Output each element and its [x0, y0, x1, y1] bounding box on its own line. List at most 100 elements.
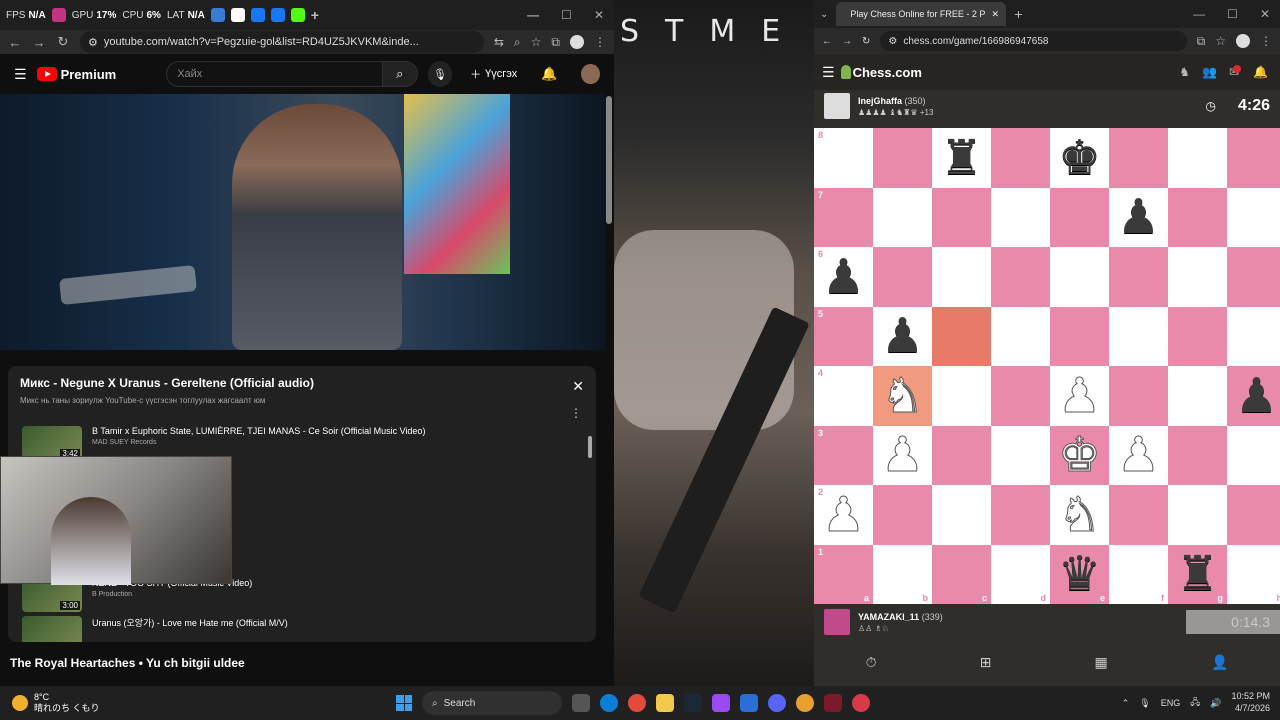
square-g1[interactable]: g ♜ [1168, 544, 1227, 604]
store-icon[interactable] [740, 694, 758, 712]
square-d2[interactable] [991, 485, 1050, 545]
menu-icon[interactable]: ⋮ [1260, 34, 1272, 49]
puzzle-icon[interactable]: ♞ [1179, 65, 1190, 79]
white-pawn-piece[interactable]: ♟ [821, 490, 865, 539]
messages-icon[interactable]: ✉ [1229, 65, 1242, 79]
square-e1[interactable]: e ♛ [1050, 544, 1109, 604]
square-g4[interactable] [1168, 366, 1227, 426]
white-knight-piece[interactable]: ♞ [880, 371, 924, 420]
black-king-piece[interactable]: ♚ [1058, 134, 1101, 182]
url-field[interactable]: ⚙ chess.com/game/166986947658 [880, 31, 1187, 51]
reload-icon[interactable]: ↻ [862, 36, 870, 47]
app-icon[interactable] [852, 694, 870, 712]
video-thumbnail[interactable]: 3:42 [22, 426, 82, 460]
network-icon[interactable]: 🖧 [1190, 695, 1200, 711]
task-view-icon[interactable] [572, 694, 590, 712]
kick-tab-icon[interactable] [290, 8, 305, 22]
tray-overflow-icon[interactable]: ⌃ [1122, 698, 1130, 709]
menu-icon[interactable]: ⋮ [594, 35, 606, 50]
square-c5[interactable] [932, 306, 991, 366]
chrome-alt-icon[interactable] [796, 694, 814, 712]
square-b8[interactable] [873, 128, 932, 188]
hamburger-menu-icon[interactable]: ☰ [822, 64, 835, 81]
playlist-title[interactable]: Микс - Negune X Uranus - Gereltene (Offi… [20, 376, 584, 390]
square-g3[interactable] [1168, 425, 1227, 485]
discord-icon[interactable] [768, 694, 786, 712]
square-h1[interactable]: h [1227, 544, 1280, 604]
square-h3[interactable] [1227, 425, 1280, 485]
square-d4[interactable] [991, 366, 1050, 426]
playlist-more-icon[interactable]: ⋮ [570, 406, 582, 420]
clock-date[interactable]: 10:52 PM 4/7/2026 [1231, 691, 1270, 714]
square-f5[interactable] [1109, 306, 1168, 366]
square-a4[interactable]: 4 [814, 366, 873, 426]
notifications-bell-icon[interactable]: 🔔 [541, 66, 557, 82]
square-a1[interactable]: 1a [814, 544, 873, 604]
square-a5[interactable]: 5 [814, 306, 873, 366]
back-icon[interactable]: ← [8, 35, 22, 50]
windows-start-icon[interactable] [396, 695, 412, 711]
language-indicator[interactable]: ENG [1161, 698, 1181, 708]
square-g6[interactable] [1168, 247, 1227, 307]
facebook-tab-icon[interactable] [270, 8, 285, 22]
new-tab-button[interactable]: + [311, 7, 319, 23]
square-b3[interactable]: ♟ [873, 425, 932, 485]
back-icon[interactable]: ← [822, 36, 832, 47]
square-b1[interactable]: b [873, 544, 932, 604]
tab-icon[interactable] [210, 8, 225, 22]
profile-icon[interactable] [570, 34, 584, 49]
square-h4[interactable]: ♟ [1227, 366, 1280, 426]
voice-search-button[interactable]: 🎙 [427, 61, 453, 87]
white-pawn-piece[interactable]: ♟ [880, 431, 924, 480]
app-icon[interactable] [824, 694, 842, 712]
top-player-avatar[interactable] [824, 93, 850, 119]
youtube-logo[interactable]: Premium [36, 67, 116, 82]
stopwatch-icon[interactable]: ⏱ [866, 654, 877, 671]
square-c4[interactable] [932, 366, 991, 426]
extensions-icon[interactable]: ⧉ [551, 35, 560, 50]
square-c8[interactable]: ♜ [932, 128, 991, 188]
square-f2[interactable] [1109, 485, 1168, 545]
square-e5[interactable] [1050, 306, 1109, 366]
notifications-bell-icon[interactable]: 🔔 [1253, 65, 1268, 79]
square-d1[interactable]: d [991, 544, 1050, 604]
square-c2[interactable] [932, 485, 991, 545]
square-c6[interactable] [932, 247, 991, 307]
white-pawn-piece[interactable]: ♟ [1057, 371, 1101, 420]
create-button[interactable]: ＋ Үүсгэх [470, 66, 517, 82]
black-pawn-piece[interactable]: ♟ [822, 253, 865, 301]
square-f6[interactable] [1109, 247, 1168, 307]
square-g8[interactable] [1168, 128, 1227, 188]
chess-tab[interactable]: Play Chess Online for FREE - 2 P ✕ [836, 2, 1007, 26]
white-king-piece[interactable]: ♚ [1057, 431, 1101, 480]
copilot-icon[interactable] [712, 694, 730, 712]
square-a3[interactable]: 3 [814, 425, 873, 485]
video-player[interactable] [0, 94, 606, 350]
next-video-title[interactable]: The Royal Heartaches • Yu ch bitgii ulde… [10, 656, 245, 670]
steam-icon[interactable] [684, 694, 702, 712]
video-title[interactable]: Uranus (오앙가) - Love me Hate me (Official… [92, 616, 288, 629]
square-d5[interactable] [991, 306, 1050, 366]
square-f3[interactable]: ♟ [1109, 425, 1168, 485]
square-e7[interactable] [1050, 187, 1109, 247]
close-playlist-icon[interactable]: ✕ [572, 378, 584, 395]
square-e4[interactable]: ♟ [1050, 366, 1109, 426]
edge-icon[interactable] [600, 694, 618, 712]
square-a2[interactable]: 2 ♟ [814, 485, 873, 545]
square-c3[interactable] [932, 425, 991, 485]
bottom-player-name[interactable]: YAMAZAKI_11 [858, 612, 919, 622]
translate-icon[interactable]: ⇆ [494, 35, 504, 50]
bottom-player-avatar[interactable] [824, 609, 850, 635]
close-tab-icon[interactable]: ✕ [991, 9, 999, 20]
zoom-icon[interactable]: ⌕ [514, 35, 521, 50]
square-b5[interactable]: ♟ [873, 306, 932, 366]
black-pawn-piece[interactable]: ♟ [1235, 372, 1278, 420]
tab-icon[interactable] [230, 8, 245, 22]
playlist-scrollbar[interactable] [588, 436, 592, 458]
square-a7[interactable]: 7 [814, 187, 873, 247]
instagram-tab-icon[interactable] [51, 8, 66, 22]
square-d3[interactable] [991, 425, 1050, 485]
new-tab-button[interactable]: + [1014, 6, 1022, 22]
bookmark-star-icon[interactable]: ☆ [1215, 34, 1226, 49]
square-c7[interactable] [932, 187, 991, 247]
